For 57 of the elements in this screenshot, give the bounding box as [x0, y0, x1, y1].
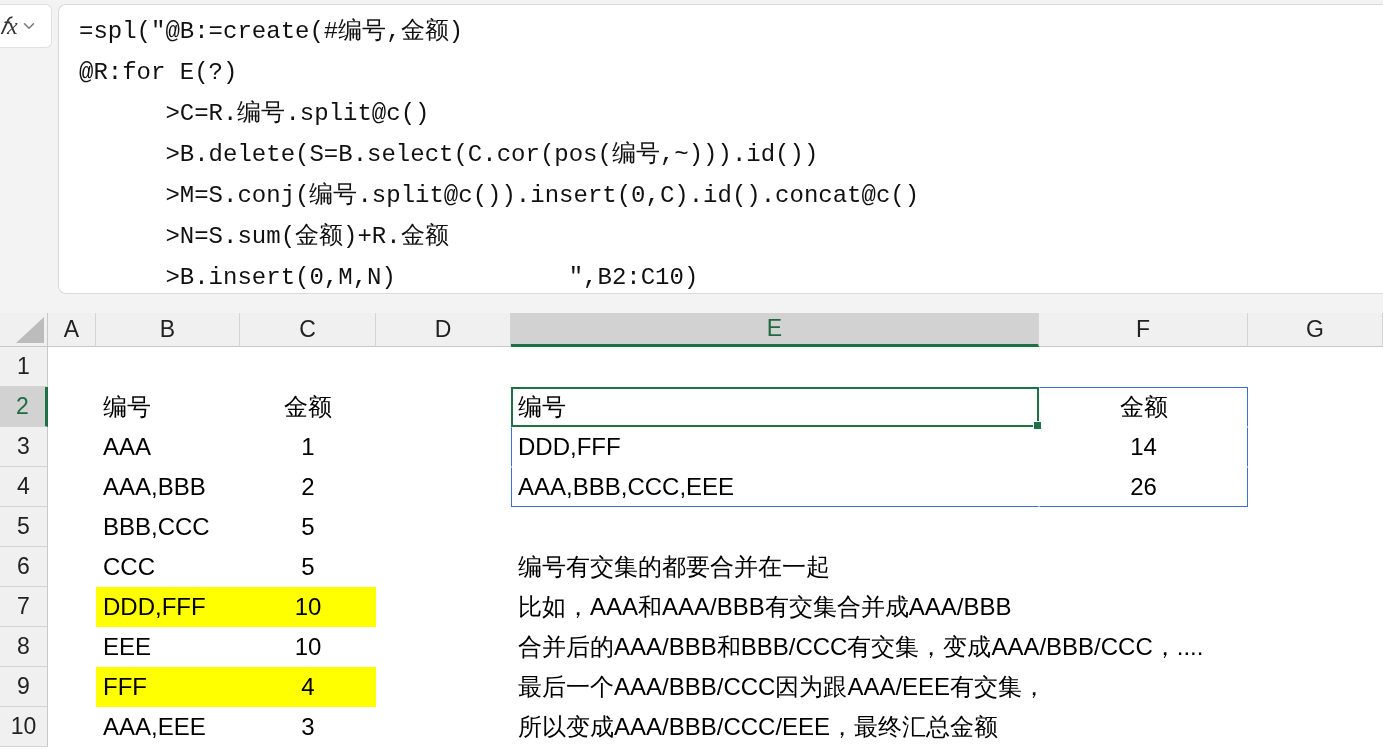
- formula-line: >C=R.编号.split@c(): [164, 99, 430, 129]
- table-cell-text: 合并后的AAA/BBB和BBB/CCC有交集，变成AAA/BBB/CCC，....: [517, 632, 1205, 662]
- table-cell-text: CCC: [102, 552, 156, 582]
- row-header[interactable]: 5: [0, 507, 48, 547]
- table-cell: DDD,FFF: [511, 427, 1039, 467]
- column-header[interactable]: F: [1039, 313, 1248, 347]
- row-header[interactable]: 8: [0, 627, 48, 667]
- table-cell-text: BBB,CCC: [102, 512, 211, 542]
- table-cell-text: 编号: [102, 392, 152, 422]
- table-cell-text: 金额: [283, 392, 333, 422]
- table-cell: 金额: [1039, 387, 1248, 427]
- column-header[interactable]: C: [240, 313, 376, 347]
- table-cell-text: 5: [300, 512, 316, 542]
- formula-line: =spl("@B:=create(#编号,金额): [79, 17, 464, 47]
- table-cell: DDD,FFF: [96, 587, 240, 627]
- table-cell-text: 5: [300, 552, 316, 582]
- row-header[interactable]: 7: [0, 587, 48, 627]
- table-cell-text: 比如，AAA和AAA/BBB有交集合并成AAA/BBB: [517, 592, 1013, 622]
- row-header[interactable]: 3: [0, 427, 48, 467]
- formula-line: >B.delete(S=B.select(C.cor(pos(编号,~))).id()): [164, 140, 819, 170]
- column-header[interactable]: G: [1248, 313, 1383, 347]
- row-header[interactable]: 6: [0, 547, 48, 587]
- table-cell-text: EEE: [102, 632, 153, 662]
- fill-handle[interactable]: [1033, 421, 1042, 430]
- row-header[interactable]: 9: [0, 667, 48, 707]
- row-header[interactable]: 2: [0, 387, 48, 427]
- table-cell-text: 10: [293, 632, 323, 662]
- table-cell: FFF: [96, 667, 240, 707]
- formula-line: >M=S.conj(编号.split@c()).insert(0,C).id().concat@c(): [164, 181, 920, 211]
- table-cell-text: AAA,BBB: [102, 472, 207, 502]
- table-cell: AAA,BBB,CCC,EEE: [511, 467, 1039, 507]
- row-header[interactable]: 4: [0, 467, 48, 507]
- table-cell-text: 编号有交集的都要合并在一起: [517, 552, 831, 582]
- table-cell: 10: [240, 587, 376, 627]
- table-cell-text: 所以变成AAA/BBB/CCC/EEE，最终汇总金额: [517, 712, 1000, 742]
- table-cell-text: 最后一个AAA/BBB/CCC因为跟AAA/EEE有交集，: [517, 672, 1048, 702]
- corner-triangle-icon: [16, 317, 44, 343]
- column-header[interactable]: D: [376, 313, 511, 347]
- table-cell: 编号: [511, 387, 1039, 427]
- formula-line: >N=S.sum(金额)+R.金额: [164, 222, 449, 252]
- column-header[interactable]: A: [48, 313, 96, 347]
- row-header[interactable]: 1: [0, 347, 48, 387]
- table-cell-text: 3: [300, 712, 316, 742]
- table-cell-text: AAA,EEE: [102, 712, 207, 742]
- table-cell-text: 1: [300, 432, 316, 462]
- column-header[interactable]: E: [511, 313, 1039, 347]
- insert-function-button[interactable]: 𝑓x: [0, 4, 52, 48]
- table-cell: 26: [1039, 467, 1248, 507]
- row-header[interactable]: 10: [0, 707, 48, 747]
- table-cell-text: AAA: [102, 432, 153, 462]
- column-header[interactable]: B: [96, 313, 240, 347]
- formula-line: >B.insert(0,M,N) ",B2:C10): [164, 263, 699, 293]
- table-cell: 14: [1039, 427, 1248, 467]
- formula-field[interactable]: =spl("@B:=create(#编号,金额) @R:for E(?) >C=R.编号.split@c() >B.delete(S=B.select(C.cor(pos(编号,~))).id()) >M=S.conj(编号.split@c()).insert(0,C).id().concat@c() >N=S.sum(金额)+R.金额 >B.insert(0,M,N) ",B2:C10): [58, 4, 1383, 294]
- table-cell: 4: [240, 667, 376, 707]
- table-cell-text: 2: [300, 472, 316, 502]
- formula-line: @R:for E(?): [79, 58, 238, 88]
